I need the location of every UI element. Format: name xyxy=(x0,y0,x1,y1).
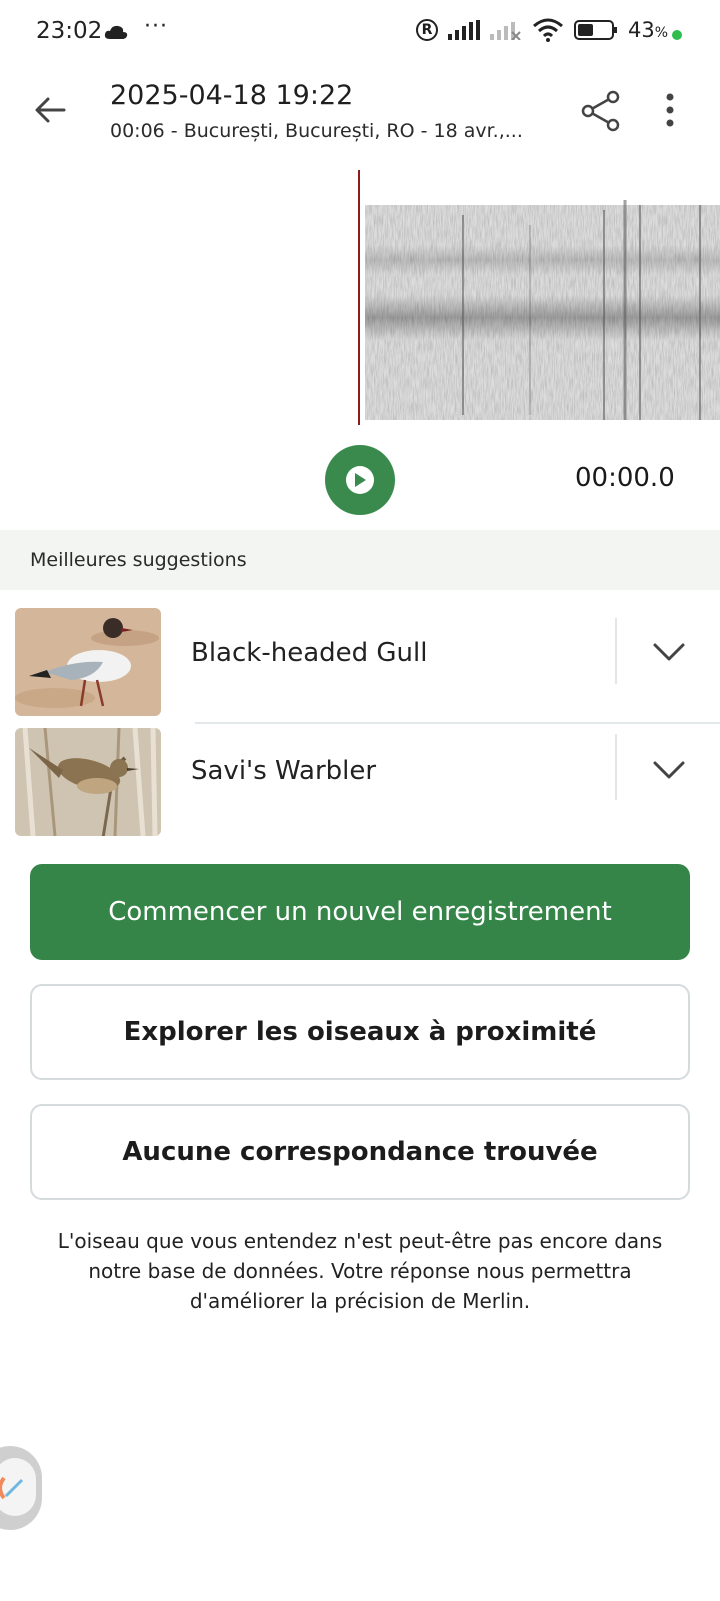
cloud-icon xyxy=(104,25,128,39)
row-divider xyxy=(615,618,617,684)
share-icon[interactable] xyxy=(580,90,622,132)
recording-title: 2025-04-18 19:22 xyxy=(110,80,354,111)
row-divider xyxy=(615,734,617,800)
playhead-line[interactable] xyxy=(358,170,360,425)
floating-assistant-bubble[interactable] xyxy=(0,1446,42,1530)
suggestion-row[interactable]: Black-headed Gull xyxy=(0,600,720,718)
bird-photo-gull xyxy=(15,608,161,716)
chevron-down-icon[interactable] xyxy=(652,760,686,780)
recording-subtitle: 00:06 - București, București, RO - 18 av… xyxy=(110,120,523,142)
signal-icon xyxy=(447,20,480,40)
privacy-indicator-dot xyxy=(672,30,682,40)
battery-percent: 43% xyxy=(627,18,668,42)
signal-secondary-icon xyxy=(489,22,521,40)
status-more: ··· xyxy=(144,14,168,39)
play-button[interactable] xyxy=(325,445,395,515)
bird-name: Savi's Warbler xyxy=(191,756,377,786)
spectrogram[interactable] xyxy=(0,165,720,425)
no-match-button[interactable]: Aucune correspondance trouvée xyxy=(30,1104,690,1200)
help-note: L'oiseau que vous entendez n'est peut-êt… xyxy=(57,1229,663,1313)
suggestions-title: Meilleures suggestions xyxy=(30,549,247,571)
suggestion-row[interactable]: Savi's Warbler xyxy=(0,720,720,838)
floating-assistant-icon xyxy=(0,1458,36,1516)
battery-icon xyxy=(573,20,617,40)
status-icons: R 43% xyxy=(415,18,668,42)
status-time: 23:02 xyxy=(36,18,103,44)
explore-nearby-button[interactable]: Explorer les oiseaux à proximité xyxy=(30,984,690,1080)
new-recording-button[interactable]: Commencer un nouvel enregistrement xyxy=(30,864,690,960)
more-vert-icon[interactable] xyxy=(664,92,676,128)
play-icon xyxy=(346,466,374,494)
back-arrow-icon[interactable] xyxy=(30,90,70,130)
playback-timer: 00:00.0 xyxy=(575,463,675,493)
bird-photo-warbler xyxy=(15,728,161,836)
registered-icon: R xyxy=(415,19,438,41)
chevron-down-icon[interactable] xyxy=(652,642,686,662)
wifi-icon xyxy=(532,18,563,42)
bird-name: Black-headed Gull xyxy=(191,638,428,668)
